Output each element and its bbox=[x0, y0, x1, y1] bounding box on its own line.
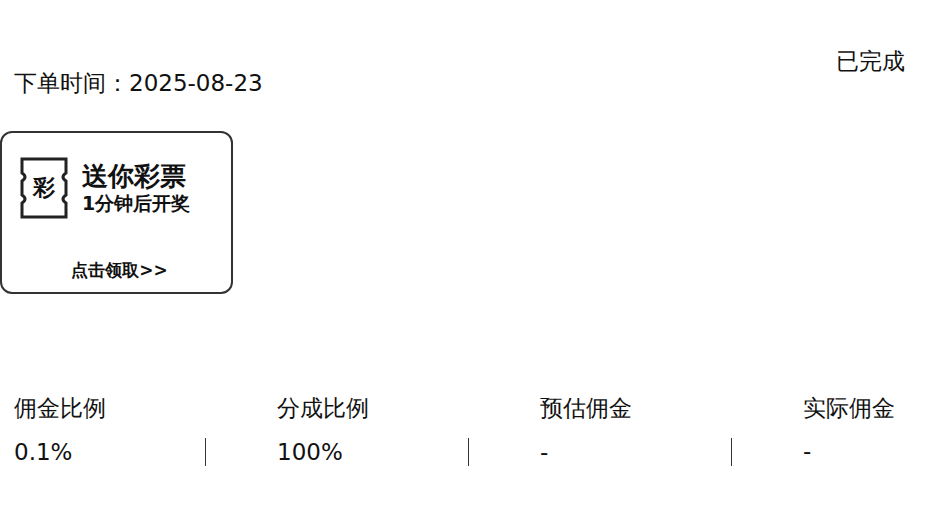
order-header: 下单时间：2025-08-23 已完成 bbox=[0, 0, 931, 99]
order-status: 已完成 bbox=[836, 46, 905, 77]
promo-title: 送你彩票 bbox=[82, 161, 190, 192]
stat-item: 预估佣金 - bbox=[540, 394, 803, 466]
lottery-promo[interactable]: 彩 送你彩票 1分钟后开奖 点击领取>> bbox=[0, 131, 233, 294]
stat-label: 佣金比例 bbox=[14, 394, 277, 424]
order-time: 下单时间：2025-08-23 bbox=[14, 68, 263, 99]
stat-value: 0.1% bbox=[14, 439, 72, 465]
stat-value: - bbox=[540, 439, 548, 465]
ticket-icon: 彩 bbox=[16, 155, 72, 221]
stat-label: 预估佣金 bbox=[540, 394, 803, 424]
stat-label: 分成比例 bbox=[277, 394, 540, 424]
stat-item: 佣金比例 0.1% bbox=[14, 394, 277, 466]
stat-item: 分成比例 100% bbox=[277, 394, 540, 466]
commission-stats: 佣金比例 0.1% 分成比例 100% 预估佣金 - 实际佣金 - bbox=[0, 394, 931, 466]
promo-cta[interactable]: 点击领取>> bbox=[63, 257, 176, 284]
stat-value: 100% bbox=[277, 439, 343, 465]
stat-divider bbox=[731, 438, 732, 466]
promo-subtitle: 1分钟后开奖 bbox=[82, 192, 190, 215]
order-card: 下单时间：2025-08-23 已完成 彩 送你彩票 1分钟后开奖 点击领取>>… bbox=[0, 0, 931, 517]
stat-value: - bbox=[803, 438, 811, 464]
stat-divider bbox=[205, 438, 206, 466]
stat-label: 实际佣金 bbox=[803, 394, 931, 424]
stat-item: 实际佣金 - bbox=[803, 394, 931, 466]
stat-divider bbox=[468, 438, 469, 466]
